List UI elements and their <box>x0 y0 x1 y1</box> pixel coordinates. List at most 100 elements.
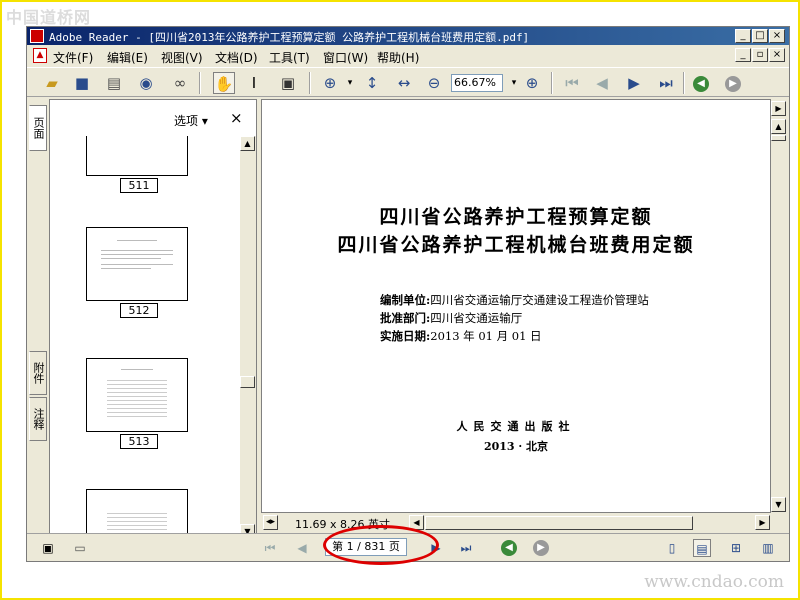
thumbnail-page <box>86 136 188 176</box>
scroll-right-icon[interactable]: ▶ <box>755 515 770 530</box>
save-icon[interactable]: ■ <box>71 72 93 94</box>
adobe-reader-icon <box>30 29 44 43</box>
toolbar: ▰ ■ ▤ ◉ ∞ ✋ I ▣ ⊕ ▾ ↕ ↔ ⊖ 66.67% ▾ ⊕ ⏮ ◀… <box>27 67 789 97</box>
go-forward-icon[interactable]: ▶ <box>725 76 747 98</box>
monitor-icon[interactable]: ▣ <box>39 539 57 557</box>
thumbnail-label: 512 <box>120 303 158 318</box>
last-page-icon[interactable]: ⏭ <box>655 72 677 94</box>
split-handle-icon[interactable]: ◂▸ <box>263 515 278 530</box>
thumbnail-page <box>86 227 188 301</box>
approver-value: 四川省交通运输厅 <box>430 311 523 325</box>
next-page-icon[interactable]: ▶ <box>623 72 645 94</box>
scroll-up-icon[interactable]: ▲ <box>771 119 786 134</box>
menu-view[interactable]: 视图(V) <box>161 49 203 66</box>
zoom-tool-dropdown-icon[interactable]: ▾ <box>339 72 361 94</box>
go-back-icon[interactable]: ◀ <box>693 76 715 98</box>
first-page-icon[interactable]: ⏮ <box>561 72 583 94</box>
horizontal-bar: ◂▸ 11.69 x 8.26 英寸 ◀ ▶ <box>261 515 771 531</box>
panel-header: 选项 ▾ × <box>50 100 256 136</box>
horizontal-scroll-thumb[interactable] <box>425 516 693 530</box>
toolbar-separator <box>551 72 553 94</box>
thumbnail-page <box>86 358 188 432</box>
thumbnail-item[interactable]: 511 <box>86 136 190 193</box>
minimize-button[interactable]: _ <box>735 29 751 43</box>
tab-comments[interactable]: 注释 <box>29 397 47 441</box>
pdf-document-icon: ▲ <box>33 48 47 63</box>
doc-title-line2: 四川省公路养护工程机械台班费用定额 <box>337 234 695 256</box>
doc-publisher: 人民交通出版社 <box>456 420 576 433</box>
previous-page-icon[interactable]: ◀ <box>293 539 311 557</box>
scroll-up-icon[interactable]: ▲ <box>240 136 255 151</box>
maximize-button[interactable]: □ <box>752 29 768 43</box>
print-icon[interactable]: ▤ <box>103 72 125 94</box>
watermark-top: 中国道桥网 <box>6 8 92 27</box>
page-layout-icon[interactable]: ▭ <box>71 539 89 557</box>
menu-help[interactable]: 帮助(H) <box>377 49 419 66</box>
close-panel-icon[interactable]: × <box>230 109 243 127</box>
first-page-icon[interactable]: ⏮ <box>261 539 279 557</box>
doc-close-button[interactable]: × <box>769 48 785 62</box>
navigation-tabs: 页面 附件 注释 <box>27 99 49 529</box>
zoom-in-tool-icon[interactable]: ⊕ <box>319 72 341 94</box>
thumbnail-list: 511 512 513 <box>50 136 240 540</box>
thumbnail-item[interactable]: 513 <box>86 358 190 449</box>
close-button[interactable]: × <box>769 29 785 43</box>
zoom-in-icon[interactable]: ⊕ <box>521 72 543 94</box>
menu-file[interactable]: 文件(F) <box>53 49 93 66</box>
tab-attachments[interactable]: 附件 <box>29 351 47 395</box>
doc-restore-button[interactable]: ▫ <box>752 48 768 62</box>
toolbar-separator <box>683 72 685 94</box>
compiler-label: 编制单位: <box>380 293 431 307</box>
options-dropdown[interactable]: 选项 ▾ <box>174 112 208 129</box>
effective-label: 实施日期: <box>380 329 431 343</box>
fit-page-icon[interactable]: ↕ <box>361 72 383 94</box>
document-view: 四川省公路养护工程预算定额 四川省公路养护工程机械台班费用定额 编制单位:四川省… <box>261 99 771 513</box>
zoom-level-input[interactable]: 66.67% <box>451 74 503 92</box>
doc-pub-date: 2013 · 北京 <box>483 440 549 453</box>
toolbar-separator <box>199 72 201 94</box>
email-icon[interactable]: ◉ <box>135 72 157 94</box>
menu-edit[interactable]: 编辑(E) <box>107 49 148 66</box>
continuous-facing-view-icon[interactable]: ▥ <box>759 539 777 557</box>
doc-title-line1: 四川省公路养护工程预算定额 <box>379 206 653 228</box>
thumbnail-item[interactable]: 512 <box>86 227 190 318</box>
zoom-out-icon[interactable]: ⊖ <box>423 72 445 94</box>
menu-document[interactable]: 文档(D) <box>215 49 258 66</box>
menu-bar: ▲ 文件(F) 编辑(E) 视图(V) 文档(D) 工具(T) 窗口(W) 帮助… <box>27 47 789 65</box>
go-back-icon[interactable]: ◀ <box>501 540 519 558</box>
doc-effective-date: 实施日期:2013 年 01 月 01 日 <box>380 328 542 344</box>
single-page-view-icon[interactable]: ▯ <box>663 539 681 557</box>
doc-minimize-button[interactable]: _ <box>735 48 751 62</box>
effective-value: 2013 年 01 月 01 日 <box>430 329 542 343</box>
snapshot-camera-icon[interactable]: ▣ <box>277 72 299 94</box>
hand-tool-icon[interactable]: ✋ <box>213 72 235 94</box>
fit-width-icon[interactable]: ↔ <box>393 72 415 94</box>
options-label: 选项 <box>174 114 199 128</box>
title-bar: Adobe Reader - [四川省2013年公路养护工程预算定额 公路养护工… <box>27 27 789 45</box>
compiler-value: 四川省交通运输厅交通建设工程造价管理站 <box>430 293 649 307</box>
tab-pages[interactable]: 页面 <box>29 105 47 151</box>
document-scrollbar[interactable]: ▶ ▲ ▼ <box>771 99 787 513</box>
select-text-icon[interactable]: I <box>243 72 265 94</box>
go-forward-icon[interactable]: ▶ <box>533 540 551 558</box>
last-page-icon[interactable]: ⏭ <box>457 539 475 557</box>
continuous-view-icon[interactable]: ▤ <box>693 539 711 557</box>
doc-compiler: 编制单位:四川省交通运输厅交通建设工程造价管理站 <box>380 292 649 308</box>
thumbnail-scrollbar[interactable]: ▲ ▼ <box>240 136 256 540</box>
search-binoculars-icon[interactable]: ∞ <box>169 72 191 94</box>
thumbnail-label: 511 <box>120 178 158 193</box>
highlight-ring <box>323 525 439 565</box>
facing-view-icon[interactable]: ⊞ <box>727 539 745 557</box>
scroll-down-icon[interactable]: ▼ <box>771 497 786 512</box>
previous-page-icon[interactable]: ◀ <box>591 72 613 94</box>
doc-scroll-thumb[interactable] <box>771 135 786 141</box>
chevron-down-icon: ▾ <box>201 114 208 128</box>
open-folder-icon[interactable]: ▰ <box>41 72 63 94</box>
approver-label: 批准部门: <box>380 311 431 325</box>
doc-menu-arrow-icon[interactable]: ▶ <box>771 101 786 116</box>
thumbnail-scroll-thumb[interactable] <box>240 376 255 388</box>
watermark-bottom: www.cndao.com <box>644 572 784 592</box>
menu-tools[interactable]: 工具(T) <box>269 49 310 66</box>
menu-window[interactable]: 窗口(W) <box>323 49 368 66</box>
page-thumbnails-panel: 选项 ▾ × 511 512 513 ▲ ▼ <box>49 99 257 541</box>
